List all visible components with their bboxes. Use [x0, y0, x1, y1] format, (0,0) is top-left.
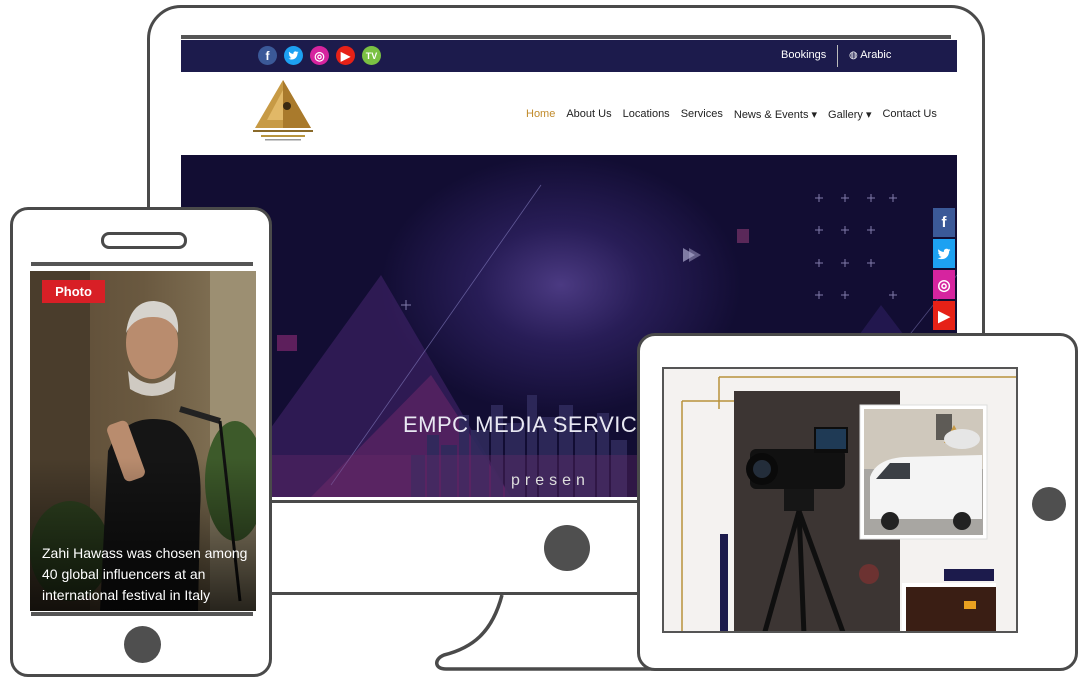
social-links: f ◎ ▶ TV — [258, 46, 381, 65]
topbar-divider — [837, 45, 838, 67]
hero-subtitle: presen — [511, 472, 590, 489]
language-switch[interactable]: ◍ Arabic — [849, 49, 891, 61]
monitor-power-button — [544, 525, 590, 571]
tablet-home-button — [1032, 487, 1066, 521]
nav-locations[interactable]: Locations — [623, 108, 670, 121]
hero-title: EMPC MEDIA SERVICES — [403, 412, 668, 437]
bookings-link[interactable]: Bookings — [781, 49, 826, 61]
facebook-icon[interactable]: f — [258, 46, 277, 65]
twitter-icon[interactable] — [933, 239, 955, 268]
empc-logo[interactable] — [249, 76, 317, 148]
nav-menu: Home About Us Locations Services News & … — [526, 108, 937, 121]
nav-services[interactable]: Services — [681, 108, 723, 121]
floating-social-bar: f ◎ ▶ — [933, 208, 955, 330]
photo-badge: Photo — [42, 280, 105, 303]
tablet-screen — [662, 367, 1018, 633]
youtube-icon[interactable]: ▶ — [336, 46, 355, 65]
twitter-icon[interactable] — [284, 46, 303, 65]
phone-home-button — [124, 626, 161, 663]
phone-speaker — [101, 232, 187, 249]
nav-gallery[interactable]: Gallery ▾ — [828, 108, 871, 121]
globe-icon: ◍ — [849, 50, 858, 61]
phone-screen-rim-top — [31, 262, 253, 266]
top-bar: f ◎ ▶ TV Bookings ◍ Arabic — [181, 40, 957, 72]
nav-news-events[interactable]: News & Events ▾ — [734, 108, 817, 121]
nav-home[interactable]: Home — [526, 108, 555, 121]
phone-screen: Photo Zahi Hawass was chosen among 40 gl… — [30, 271, 256, 611]
language-label: Arabic — [860, 49, 892, 61]
monitor-screen-rim — [181, 35, 951, 39]
main-navbar: Home About Us Locations Services News & … — [181, 72, 957, 155]
tv-icon[interactable]: TV — [362, 46, 381, 65]
instagram-icon[interactable]: ◎ — [933, 270, 955, 299]
youtube-icon[interactable]: ▶ — [933, 301, 955, 330]
nav-about-us[interactable]: About Us — [566, 108, 611, 121]
phone-screen-rim-bottom — [31, 612, 253, 616]
facebook-icon[interactable]: f — [933, 208, 955, 237]
broadcast-van-photo — [859, 404, 988, 540]
article-headline[interactable]: Zahi Hawass was chosen among 40 global i… — [42, 543, 252, 606]
instagram-icon[interactable]: ◎ — [310, 46, 329, 65]
nav-contact-us[interactable]: Contact Us — [882, 108, 936, 121]
tablet-gallery — [664, 369, 1016, 631]
